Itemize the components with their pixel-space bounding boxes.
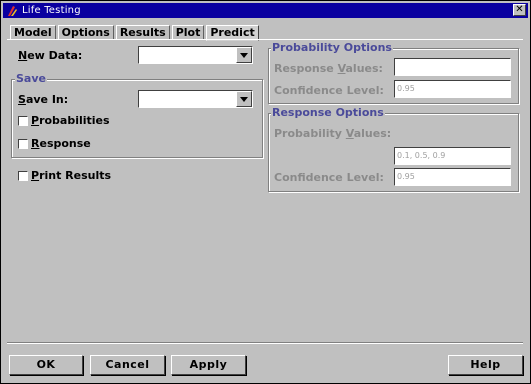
chevron-down-icon[interactable] — [236, 47, 252, 63]
tab-strip: Model Options Results Plot Predict — [10, 25, 261, 41]
window-title: Life Testing — [22, 5, 81, 16]
prob-confidence-level-label: Confidence Level: — [274, 84, 384, 97]
probability-values-label: Probability Values: — [274, 127, 392, 140]
life-testing-dialog: Life Testing ✕ Model Options Results Plo… — [0, 0, 531, 384]
apply-button[interactable]: Apply — [171, 355, 246, 375]
print-results-label: Print Results — [31, 169, 112, 182]
response-options-title: Response Options — [271, 106, 385, 119]
resp-confidence-level-label: Confidence Level: — [274, 171, 384, 184]
tab-model[interactable]: Model — [10, 25, 56, 40]
probability-options-title: Probability Options — [271, 41, 393, 54]
cancel-button[interactable]: Cancel — [90, 355, 165, 375]
close-icon: ✕ — [515, 4, 524, 15]
save-in-label: Save In: — [18, 93, 69, 106]
new-data-combo[interactable] — [138, 46, 253, 64]
response-label: Response — [31, 137, 91, 150]
chevron-down-icon[interactable] — [236, 91, 252, 107]
app-logo-icon — [6, 4, 18, 17]
tab-options[interactable]: Options — [57, 25, 114, 40]
response-values-input[interactable] — [394, 58, 511, 76]
probabilities-label: Probabilities — [31, 114, 110, 127]
response-checkbox[interactable] — [18, 139, 28, 149]
button-separator — [7, 342, 523, 344]
prob-confidence-level-input[interactable]: 0.95 — [394, 80, 511, 98]
close-button[interactable]: ✕ — [513, 4, 526, 16]
response-values-label: Response Values: — [274, 62, 383, 75]
new-data-label: New Data: — [18, 49, 83, 62]
save-in-combo[interactable] — [138, 90, 253, 108]
tab-results[interactable]: Results — [115, 25, 170, 40]
probabilities-checkbox[interactable] — [18, 116, 28, 126]
ok-button[interactable]: OK — [9, 355, 83, 375]
title-bar: Life Testing ✕ — [3, 3, 528, 18]
print-results-checkbox[interactable] — [18, 171, 28, 181]
save-group-title: Save — [15, 72, 47, 85]
help-button[interactable]: Help — [448, 355, 523, 375]
probability-values-input[interactable]: 0.1, 0.5, 0.9 — [394, 147, 511, 165]
tab-plot[interactable]: Plot — [171, 25, 205, 40]
resp-confidence-level-input[interactable]: 0.95 — [394, 168, 511, 186]
